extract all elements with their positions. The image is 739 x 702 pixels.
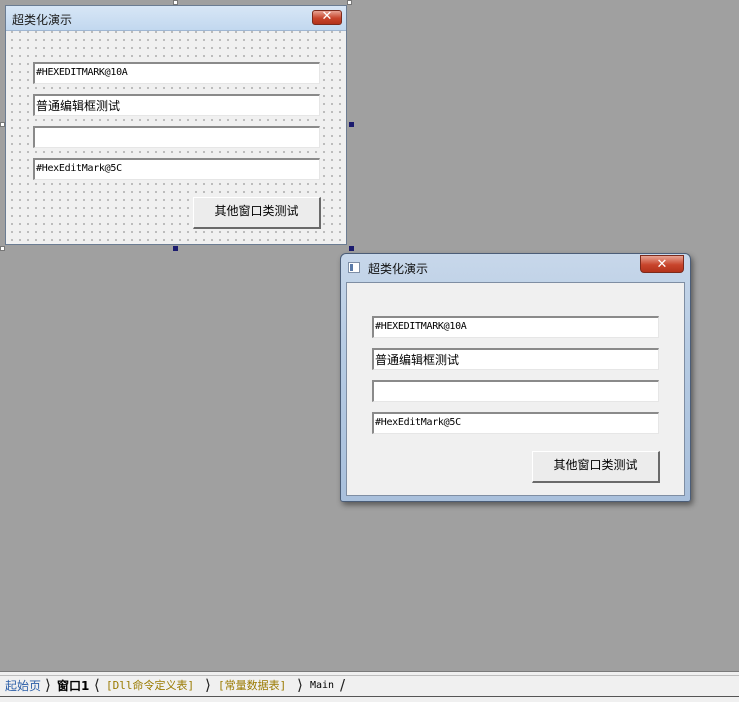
runtime-other-class-button[interactable]: 其他窗口类测试 <box>532 451 660 483</box>
resize-handle-bottom-right[interactable] <box>349 246 354 251</box>
tab-separator: ⟨ <box>94 676 100 694</box>
runtime-window-close-button[interactable]: ✕ <box>640 255 684 273</box>
tab-bar-bottom-line <box>0 696 739 697</box>
resize-handle-top-right[interactable] <box>347 0 352 5</box>
design-hexedit-1[interactable]: #HEXEDITMARK@10A <box>33 62 320 84</box>
tab-separator: ⟩ <box>45 676 51 694</box>
resize-handle-right[interactable] <box>349 122 354 127</box>
design-form[interactable]: 超类化演示 ✕ #HEXEDITMARK@10A 普通编辑框测试 #HexEdi… <box>5 5 347 245</box>
tab-separator: / <box>340 676 346 694</box>
design-form-close-button[interactable]: ✕ <box>312 9 342 25</box>
resize-handle-bottom-left[interactable] <box>0 246 5 251</box>
editor-tab-bar: 起始页 ⟩ 窗口1 ⟨ [Dll命令定义表] ⟩ [常量数据表] ⟩ Main … <box>0 671 739 702</box>
design-empty-edit[interactable] <box>33 126 320 148</box>
close-icon: ✕ <box>656 257 668 272</box>
runtime-hexedit-1[interactable]: #HEXEDITMARK@10A <box>372 316 659 338</box>
design-normal-edit[interactable]: 普通编辑框测试 <box>33 94 320 116</box>
close-icon: ✕ <box>321 9 333 24</box>
design-other-class-button[interactable]: 其他窗口类测试 <box>193 197 321 229</box>
tab-separator: ⟩ <box>297 676 303 694</box>
design-form-title: 超类化演示 <box>12 13 73 27</box>
design-hexedit-2[interactable]: #HexEditMark@5C <box>33 158 320 180</box>
tab-window1[interactable]: 窗口1 <box>57 678 89 696</box>
runtime-hexedit-2[interactable]: #HexEditMark@5C <box>372 412 659 434</box>
tab-constant-table[interactable]: [常量数据表] <box>218 678 286 696</box>
tab-bar-divider <box>0 675 739 676</box>
tab-start-page[interactable]: 起始页 <box>5 678 41 696</box>
runtime-window-client: #HEXEDITMARK@10A 普通编辑框测试 #HexEditMark@5C… <box>346 282 685 496</box>
tab-separator: ⟩ <box>205 676 211 694</box>
runtime-empty-edit[interactable] <box>372 380 659 402</box>
runtime-normal-edit[interactable]: 普通编辑框测试 <box>372 348 659 370</box>
runtime-window[interactable]: 超类化演示 ✕ #HEXEDITMARK@10A 普通编辑框测试 #HexEdi… <box>340 253 691 502</box>
tab-dll-command-table[interactable]: [Dll命令定义表] <box>106 678 194 696</box>
resize-handle-left[interactable] <box>0 122 5 127</box>
resize-handle-top[interactable] <box>173 0 178 5</box>
runtime-window-title: 超类化演示 <box>368 262 429 276</box>
app-icon <box>348 262 360 273</box>
design-form-titlebar[interactable]: 超类化演示 ✕ <box>6 6 346 31</box>
resize-handle-bottom[interactable] <box>173 246 178 251</box>
tab-main[interactable]: Main <box>310 678 334 696</box>
